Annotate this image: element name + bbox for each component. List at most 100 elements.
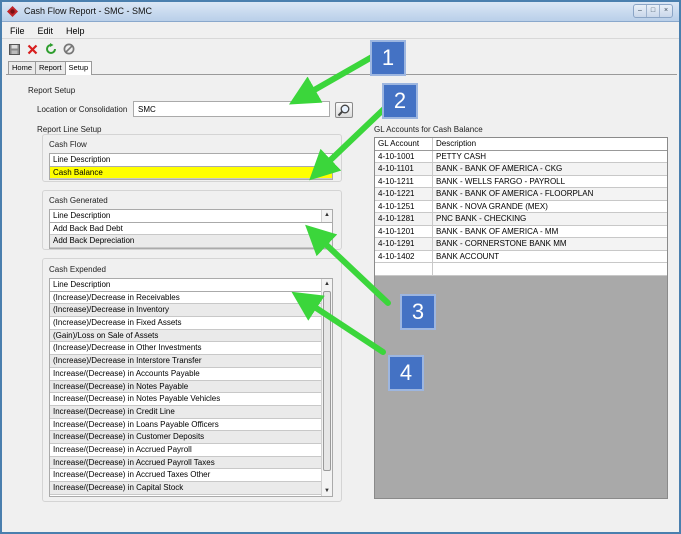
toolbar — [2, 39, 679, 59]
gl-column-account[interactable]: GL Account — [375, 138, 433, 150]
list-item[interactable]: Increase/(Decrease) in Loans Payable Off… — [50, 419, 321, 432]
search-button[interactable] — [335, 102, 353, 118]
scroll-thumb[interactable] — [323, 291, 331, 471]
table-row[interactable]: 4-10-1001 PETTY CASH — [375, 150, 667, 163]
list-item[interactable]: Increase/(Decrease) in Accrued Payroll T… — [50, 456, 321, 470]
list-item[interactable]: Increase/(Decrease) in Customer Deposits — [50, 431, 321, 444]
gl-description-cell: PETTY CASH — [436, 151, 487, 161]
gl-description-cell: BANK - BANK OF AMERICA - CKG — [436, 164, 563, 173]
table-row[interactable]: 4-10-1251 BANK - NOVA GRANDE (MEX) — [375, 200, 667, 213]
list-item[interactable]: (Increase)/Decrease in Interstore Transf… — [50, 355, 321, 368]
search-icon — [337, 104, 350, 117]
gl-description-cell: PNC BANK - CHECKING — [436, 214, 527, 223]
gl-accounts-label: GL Accounts for Cash Balance — [374, 125, 483, 134]
scrollbar[interactable]: ▲ ▼ — [321, 279, 332, 496]
list-item[interactable]: Increase/(Decrease) in Accrued Payroll — [50, 444, 321, 457]
gl-account-cell: 4-10-1101 — [375, 163, 433, 175]
table-row[interactable]: 4-10-1221 BANK - BANK OF AMERICA - FLOORP… — [375, 188, 667, 201]
gl-description-cell: BANK - CORNERSTONE BANK MM — [436, 239, 567, 248]
scrollbar[interactable]: ▲ — [321, 210, 332, 222]
list-item[interactable]: (Increase)/Decrease in Receivables — [50, 292, 321, 305]
maximize-icon[interactable]: □ — [647, 5, 660, 17]
gl-description-cell: BANK - NOVA GRANDE (MEX) — [436, 201, 548, 211]
gl-description-cell: BANK - WELLS FARGO - PAYROLL — [436, 176, 566, 186]
gl-account-cell: 4-10-1291 — [375, 238, 433, 250]
gl-table-header: GL Account Description — [375, 138, 667, 151]
scroll-down-icon[interactable]: ▼ — [322, 486, 332, 496]
gl-table-body: 4-10-1001 PETTY CASH 4-10-1101 BANK - BANK … — [375, 150, 667, 263]
window-title: Cash Flow Report - SMC - SMC — [24, 6, 153, 16]
annotation-badge-1: 1 — [370, 40, 406, 76]
close-icon[interactable]: × — [660, 5, 672, 17]
table-row[interactable]: 4-10-1402 BANK ACCOUNT — [375, 250, 667, 263]
location-value: SMC — [138, 105, 156, 114]
window-controls: – □ × — [633, 4, 673, 18]
gl-new-row[interactable] — [375, 263, 667, 276]
app-logo-icon — [7, 6, 18, 17]
report-line-setup-label: Report Line Setup — [37, 125, 102, 134]
table-row[interactable]: 4-10-1101 BANK - BANK OF AMERICA - CKG — [375, 163, 667, 176]
cash-generated-header: Line Description — [50, 210, 332, 223]
table-row[interactable]: 4-10-1211 BANK - WELLS FARGO - PAYROLL — [375, 175, 667, 188]
menu-help[interactable]: Help — [58, 23, 90, 38]
menu-edit[interactable]: Edit — [30, 23, 59, 38]
report-setup-label: Report Setup — [28, 86, 76, 95]
list-item-cash-balance[interactable]: Cash Balance — [50, 166, 332, 180]
tab-setup[interactable]: Setup — [64, 61, 93, 75]
table-row[interactable]: 4-10-1281 PNC BANK - CHECKING — [375, 213, 667, 226]
cash-flow-header: Line Description — [50, 154, 332, 167]
list-item[interactable]: Increase/(Decrease) in Credit Line — [50, 405, 321, 419]
table-row[interactable]: 4-10-1291 BANK - CORNERSTONE BANK MM — [375, 238, 667, 251]
setup-panel: Report Setup Location or Consolidation S… — [6, 74, 677, 532]
scroll-up-icon[interactable]: ▲ — [322, 279, 332, 289]
cash-expended-list: Line Description (Increase)/Decrease in … — [49, 278, 333, 497]
list-item[interactable]: Increase/(Decrease) in Notes Payable — [50, 380, 321, 394]
tab-home[interactable]: Home — [8, 61, 37, 74]
list-item[interactable]: Increase/(Decrease) in Accounts Payable — [50, 368, 321, 381]
save-icon[interactable] — [8, 43, 21, 56]
gl-description-cell: BANK - BANK OF AMERICA - FLOORPLAN — [436, 189, 594, 198]
list-item[interactable]: Add Back Depreciation — [50, 235, 332, 249]
app-window: Cash Flow Report - SMC - SMC – □ × File … — [0, 0, 681, 534]
list-item[interactable]: Increase/(Decrease) in Notes Payable Veh… — [50, 393, 321, 406]
annotation-badge-3: 3 — [400, 294, 436, 330]
annotation-badge-2: 2 — [382, 83, 418, 119]
menu-bar: File Edit Help — [2, 23, 679, 39]
annotation-badge-4: 4 — [388, 355, 424, 391]
location-input[interactable]: SMC — [133, 101, 330, 117]
list-item[interactable]: (Gain)/Loss on Sale of Assets — [50, 329, 321, 343]
tab-report[interactable]: Report — [35, 61, 66, 74]
gl-description-cell: BANK ACCOUNT — [436, 251, 500, 261]
cancel-icon[interactable] — [62, 43, 75, 56]
title-bar[interactable]: Cash Flow Report - SMC - SMC – □ × — [2, 2, 679, 22]
cash-generated-label: Cash Generated — [49, 196, 108, 205]
cash-flow-list: Line Description Cash Balance — [49, 153, 333, 180]
scroll-up-icon[interactable]: ▲ — [322, 210, 332, 220]
tab-strip: Home Report Setup — [8, 61, 93, 75]
cash-expended-rows: Line Description (Increase)/Decrease in … — [50, 279, 321, 495]
minimize-icon[interactable]: – — [634, 5, 647, 17]
list-item[interactable]: Increase/(Decrease) in Capital Stock — [50, 482, 321, 495]
list-item[interactable]: (Increase)/Decrease in Fixed Assets — [50, 317, 321, 330]
gl-account-cell: 4-10-1221 — [375, 188, 433, 200]
refresh-icon[interactable] — [44, 43, 57, 56]
table-row[interactable]: 4-10-1201 BANK - BANK OF AMERICA - MM — [375, 225, 667, 238]
menu-file[interactable]: File — [2, 23, 30, 38]
cash-generated-list: Line Description Add Back Bad Debt Add B… — [49, 209, 333, 249]
gl-account-cell: 4-10-1402 — [375, 250, 433, 262]
gl-account-cell: 4-10-1251 — [375, 200, 433, 212]
gl-account-cell: 4-10-1001 — [375, 150, 433, 162]
list-item[interactable]: (Increase)/Decrease in Other Investments — [50, 342, 321, 356]
delete-icon[interactable] — [26, 43, 39, 56]
list-item[interactable]: (Increase)/Decrease in Inventory — [50, 304, 321, 318]
cash-expended-header: Line Description — [50, 279, 321, 292]
gl-account-cell: 4-10-1201 — [375, 225, 433, 237]
list-item[interactable]: Increase/(Decrease) in Accrued Taxes Oth… — [50, 469, 321, 482]
cash-flow-label: Cash Flow — [49, 140, 87, 149]
gl-description-cell: BANK - BANK OF AMERICA - MM — [436, 226, 559, 236]
location-label: Location or Consolidation — [37, 105, 128, 114]
gl-column-description[interactable]: Description — [433, 138, 667, 150]
list-item[interactable]: Add Back Bad Debt — [50, 223, 332, 236]
cash-expended-label: Cash Expended — [49, 265, 106, 274]
gl-account-cell: 4-10-1211 — [375, 175, 433, 187]
